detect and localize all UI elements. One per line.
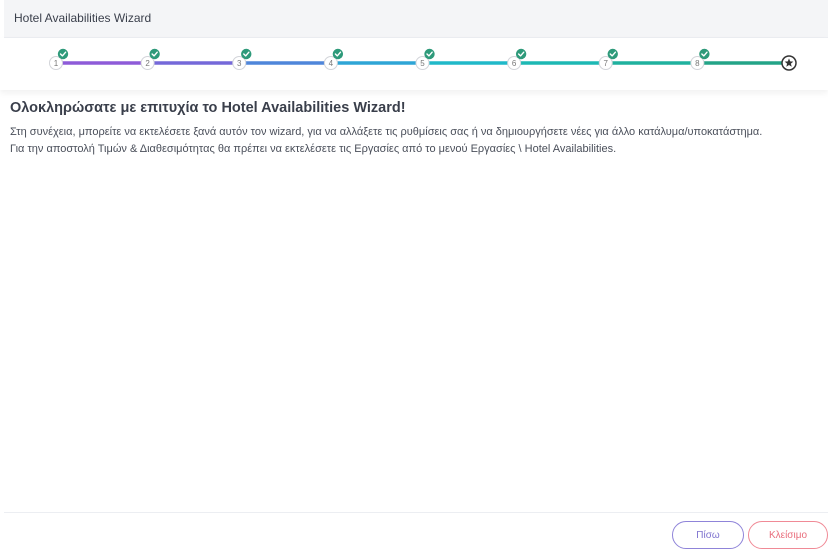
step-number: 2 (145, 59, 150, 68)
stepper-graphic: 1 2 3 4 5 6 7 8 (49, 48, 797, 71)
check-badge-icon (332, 48, 344, 60)
step-number: 5 (420, 59, 425, 68)
info-paragraph-1: Στη συνέχεια, μπορείτε να εκτελέσετε ξαν… (10, 126, 763, 138)
step-number: 4 (329, 59, 334, 68)
wizard-stepper: 1 2 3 4 5 6 7 8 (0, 38, 828, 90)
check-badge-icon (699, 48, 710, 60)
step-number: 1 (54, 59, 59, 68)
step-number: 3 (237, 59, 242, 68)
wizard-footer: Πίσω Κλείσιμο (4, 512, 828, 551)
step-number: 6 (512, 59, 517, 68)
step-number: 8 (695, 59, 700, 68)
check-badge-icon (57, 48, 69, 60)
check-badge-icon (515, 48, 527, 60)
check-badge-icon (149, 48, 160, 60)
info-paragraph-2: Για την αποστολή Τιμών & Διαθεσιμότητας … (10, 143, 617, 155)
check-badge-icon (241, 48, 252, 60)
check-badge-icon (424, 48, 435, 60)
wizard-title: Hotel Availabilities Wizard (14, 11, 152, 25)
step-number: 7 (604, 59, 609, 68)
back-button[interactable]: Πίσω (672, 521, 744, 549)
wizard-content: Ολοκληρώσατε με επιτυχία το Hotel Availa… (10, 100, 822, 160)
close-button[interactable]: Κλείσιμο (748, 521, 828, 549)
check-badge-icon (607, 48, 618, 60)
completion-heading: Ολοκληρώσατε με επιτυχία το Hotel Availa… (10, 100, 406, 116)
wizard-header: Hotel Availabilities Wizard (4, 0, 828, 38)
